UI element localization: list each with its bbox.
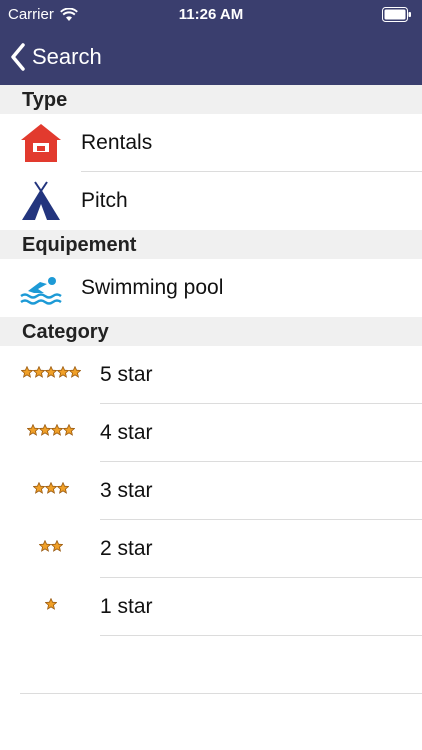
star-rating: [45, 598, 57, 610]
star-icon: [39, 424, 51, 436]
star-rating: [39, 540, 63, 552]
list-item-pitch[interactable]: Pitch: [0, 172, 422, 230]
list-item-label: 2 star: [100, 537, 153, 560]
chevron-left-icon: [11, 43, 25, 71]
list-item-label: 1 star: [100, 595, 153, 618]
list-item-swimming-pool[interactable]: Swimming pool: [0, 259, 422, 317]
star-icon: [57, 482, 69, 494]
list-item-label: Pitch: [81, 189, 128, 212]
navigation-bar: Search: [0, 30, 422, 85]
section-header-equipment: Equipement: [0, 230, 422, 259]
list-item-label: 4 star: [100, 421, 153, 444]
status-time: 11:26 AM: [178, 6, 244, 23]
list-item-5-star[interactable]: 5 star: [0, 346, 422, 404]
list-item-label: 3 star: [100, 479, 153, 502]
star-icon: [27, 424, 39, 436]
house-icon: [21, 124, 61, 162]
list-item-label: 5 star: [100, 363, 153, 386]
row-divider: [20, 693, 422, 694]
star-icon: [45, 598, 57, 610]
star-icon: [39, 540, 51, 552]
battery-icon: [382, 7, 411, 22]
star-icon: [57, 366, 69, 378]
star-icon: [21, 366, 33, 378]
section-header-category: Category: [0, 317, 422, 346]
star-icon: [45, 366, 57, 378]
list-item-4-star[interactable]: 4 star: [0, 404, 422, 462]
star-rating: [21, 366, 81, 378]
star-icon: [51, 540, 63, 552]
star-rating: [33, 482, 69, 494]
swimmer-icon: [20, 277, 62, 305]
list-item-rentals[interactable]: Rentals: [0, 114, 422, 172]
star-rating: [27, 424, 75, 436]
section-header-type: Type: [0, 85, 422, 114]
filter-list: Type Rentals Pitch Equipement Swimming p…: [0, 85, 422, 636]
list-item-3-star[interactable]: 3 star: [0, 462, 422, 520]
list-item-label: Rentals: [81, 131, 153, 154]
star-icon: [33, 366, 45, 378]
list-item-1-star[interactable]: 1 star: [0, 578, 422, 636]
star-icon: [63, 424, 75, 436]
list-item-2-star[interactable]: 2 star: [0, 520, 422, 578]
back-label: Search: [32, 44, 102, 69]
back-button[interactable]: Search: [10, 39, 102, 75]
star-icon: [33, 482, 45, 494]
row-divider: [100, 635, 422, 636]
tent-icon: [22, 181, 60, 220]
star-icon: [51, 424, 63, 436]
star-icon: [45, 482, 57, 494]
list-item-label: Swimming pool: [81, 276, 224, 299]
star-icon: [69, 366, 81, 378]
status-bar: Carrier 11:26 AM: [0, 0, 422, 30]
